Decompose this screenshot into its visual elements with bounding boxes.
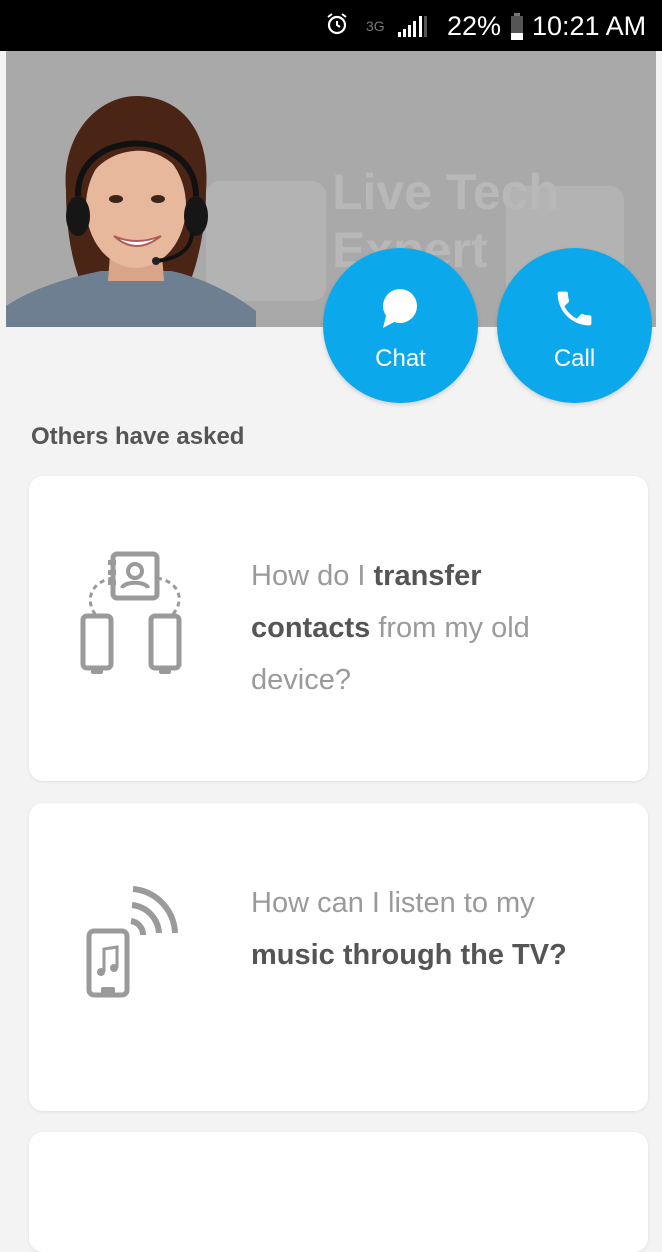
- chat-bubble-icon: [383, 289, 417, 328]
- status-bar: 3G 22% 10:21 AM: [0, 0, 662, 51]
- support-agent-photo: [6, 96, 256, 327]
- signal-icon: [398, 16, 427, 37]
- transfer-contacts-icon: [80, 551, 182, 674]
- section-title: Others have asked: [31, 423, 245, 450]
- chat-label: Chat: [375, 345, 426, 372]
- faq-card[interactable]: How can I listen to my music through the…: [29, 803, 648, 1111]
- faq-question: How do I transfer contacts from my old d…: [251, 560, 530, 696]
- call-label: Call: [553, 345, 596, 372]
- battery-icon: [511, 13, 523, 40]
- call-button[interactable]: Call: [497, 248, 652, 403]
- faq-question: How can I listen to my music through the…: [251, 887, 567, 971]
- alarm-icon: [327, 13, 347, 35]
- battery-percent: 22%: [447, 11, 502, 41]
- clock: 10:21 AM: [532, 11, 647, 41]
- phone-icon: [557, 291, 592, 326]
- faq-card[interactable]: [29, 1132, 648, 1252]
- chat-button[interactable]: Chat: [323, 248, 478, 403]
- network-type: 3G: [366, 18, 385, 34]
- music-tv-icon: [86, 886, 178, 998]
- faq-card[interactable]: How do I transfer contacts from my old d…: [29, 476, 648, 781]
